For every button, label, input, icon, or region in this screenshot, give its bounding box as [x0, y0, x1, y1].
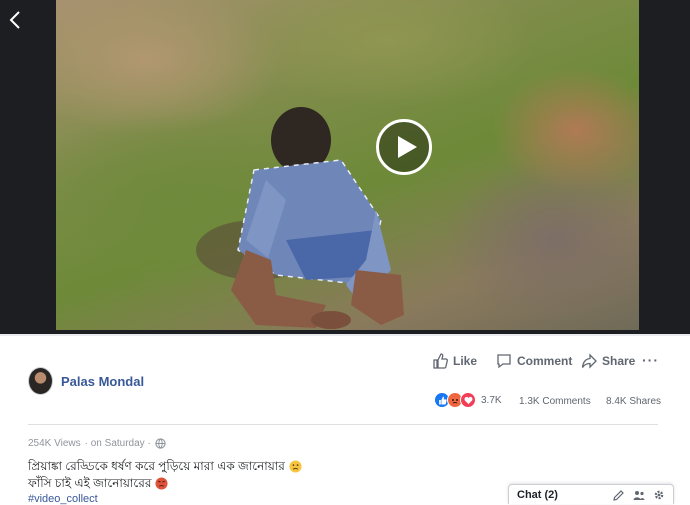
post-author: Palas Mondal: [28, 367, 144, 395]
description-line-1: প্রিয়াঙ্কা রেড্ডিকে ধর্ষণ করে পুড়িয়ে …: [28, 459, 285, 473]
share-icon: [581, 353, 597, 369]
video-subject: [196, 107, 404, 329]
globe-icon: [155, 438, 166, 449]
comment-action[interactable]: Comment: [496, 352, 572, 370]
video-player[interactable]: [0, 0, 690, 334]
comment-label: Comment: [517, 354, 573, 368]
like-button[interactable]: Like: [432, 353, 477, 369]
post-time[interactable]: · on Saturday ·: [85, 438, 151, 449]
reactions-summary[interactable]: 3.7K: [434, 392, 502, 408]
play-icon: [398, 136, 417, 158]
thumbs-up-icon: [433, 353, 448, 369]
comment-button[interactable]: Comment: [496, 353, 572, 369]
gear-icon[interactable]: [653, 489, 665, 501]
view-count: 254K Views: [28, 438, 81, 449]
like-action[interactable]: Like: [432, 352, 477, 370]
avatar[interactable]: [28, 367, 53, 395]
post-description: প্রিয়াঙ্কা রেড্ডিকে ধর্ষণ করে পুড়িয়ে …: [28, 458, 302, 492]
video-frame[interactable]: [56, 0, 639, 330]
compose-icon[interactable]: [613, 489, 625, 501]
section-divider: [28, 424, 658, 425]
share-action[interactable]: Share: [581, 352, 635, 370]
love-reaction-icon: [460, 392, 476, 408]
more-options-button[interactable]: ···: [642, 352, 659, 368]
back-button[interactable]: [6, 8, 26, 32]
comment-icon: [497, 354, 511, 369]
group-icon[interactable]: [633, 489, 645, 501]
reactions-count[interactable]: 3.7K: [481, 395, 502, 406]
angry-face-icon: [155, 477, 168, 490]
like-label: Like: [453, 354, 478, 368]
chat-bar[interactable]: Chat (2): [508, 484, 674, 504]
play-button[interactable]: [376, 119, 432, 175]
share-button[interactable]: Share: [581, 353, 635, 369]
comments-count[interactable]: 1.3K Comments: [519, 396, 591, 407]
hashtag-link[interactable]: #video_collect: [28, 493, 98, 505]
frowning-face-icon: [289, 460, 302, 473]
share-label: Share: [602, 354, 636, 368]
player-divider: [0, 334, 690, 336]
chevron-left-icon: [9, 11, 20, 29]
shares-count[interactable]: 8.4K Shares: [606, 396, 661, 407]
description-line-2: ফাঁসি চাই এই জানোয়ারের: [28, 476, 152, 490]
post-meta: 254K Views · on Saturday ·: [28, 438, 166, 449]
chat-label: Chat (2): [517, 488, 558, 501]
author-name[interactable]: Palas Mondal: [61, 374, 144, 389]
